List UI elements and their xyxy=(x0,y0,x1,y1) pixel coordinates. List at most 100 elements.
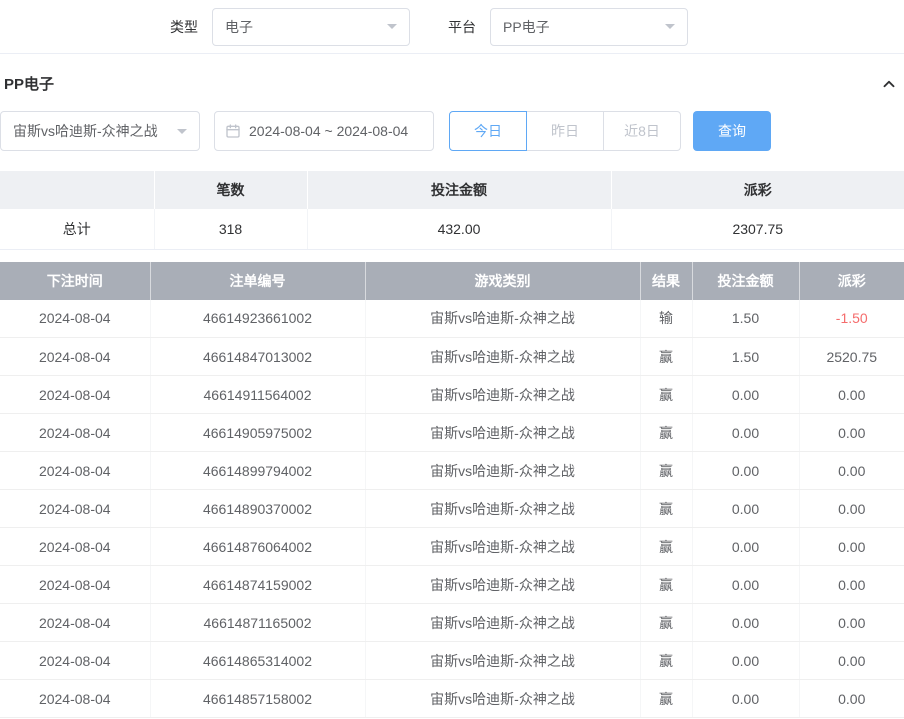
bets-column-header: 结果 xyxy=(640,262,692,300)
bet-game: 宙斯vs哈迪斯-众神之战 xyxy=(365,642,640,680)
bet-payout: 0.00 xyxy=(799,680,904,718)
last-8-days-button[interactable]: 近8日 xyxy=(603,111,681,151)
bet-amount: 0.00 xyxy=(692,490,799,528)
table-row: 2024-08-0446614890370002宙斯vs哈迪斯-众神之战赢0.0… xyxy=(0,490,904,528)
bet-game: 宙斯vs哈迪斯-众神之战 xyxy=(365,338,640,376)
bets-column-header: 下注时间 xyxy=(0,262,150,300)
bet-amount: 1.50 xyxy=(692,300,799,338)
date-range-input[interactable]: 2024-08-04 ~ 2024-08-04 xyxy=(214,111,434,151)
bet-game: 宙斯vs哈迪斯-众神之战 xyxy=(365,300,640,338)
platform-select[interactable]: PP电子 xyxy=(490,8,688,46)
bet-amount: 0.00 xyxy=(692,414,799,452)
table-row: 2024-08-0446614874159002宙斯vs哈迪斯-众神之战赢0.0… xyxy=(0,566,904,604)
bet-time: 2024-08-04 xyxy=(0,414,150,452)
bet-order-no: 46614911564002 xyxy=(150,376,365,414)
bet-result: 赢 xyxy=(640,680,692,718)
bet-game: 宙斯vs哈迪斯-众神之战 xyxy=(365,566,640,604)
bet-time: 2024-08-04 xyxy=(0,376,150,414)
bet-game: 宙斯vs哈迪斯-众神之战 xyxy=(365,414,640,452)
top-filter-bar: 类型 电子 平台 PP电子 xyxy=(0,0,904,54)
chevron-down-icon xyxy=(665,24,675,34)
bet-amount: 0.00 xyxy=(692,604,799,642)
platform-label: 平台 xyxy=(448,17,476,37)
bet-order-no: 46614857158002 xyxy=(150,680,365,718)
table-row: 2024-08-0446614865314002宙斯vs哈迪斯-众神之战赢0.0… xyxy=(0,642,904,680)
bet-amount: 0.00 xyxy=(692,680,799,718)
bet-amount: 0.00 xyxy=(692,528,799,566)
bet-payout: 0.00 xyxy=(799,528,904,566)
section-title: PP电子 xyxy=(4,73,54,94)
bet-payout: 0.00 xyxy=(799,490,904,528)
type-select[interactable]: 电子 xyxy=(212,8,410,46)
table-row: 2024-08-0446614857158002宙斯vs哈迪斯-众神之战赢0.0… xyxy=(0,680,904,718)
bet-amount: 0.00 xyxy=(692,452,799,490)
bets-table: 下注时间注单编号游戏类别结果投注金额派彩 2024-08-04466149236… xyxy=(0,262,904,719)
bets-column-header: 游戏类别 xyxy=(365,262,640,300)
table-row: 2024-08-0446614905975002宙斯vs哈迪斯-众神之战赢0.0… xyxy=(0,414,904,452)
summary-count-value: 318 xyxy=(154,209,307,249)
bets-header-row: 下注时间注单编号游戏类别结果投注金额派彩 xyxy=(0,262,904,300)
bet-order-no: 46614865314002 xyxy=(150,642,365,680)
table-row: 2024-08-0446614876064002宙斯vs哈迪斯-众神之战赢0.0… xyxy=(0,528,904,566)
summary-total-label: 总计 xyxy=(0,209,154,249)
game-select[interactable]: 宙斯vs哈迪斯-众神之战 xyxy=(0,111,200,151)
bet-amount: 1.50 xyxy=(692,338,799,376)
today-button[interactable]: 今日 xyxy=(449,111,527,151)
table-row: 2024-08-0446614911564002宙斯vs哈迪斯-众神之战赢0.0… xyxy=(0,376,904,414)
bet-payout: 0.00 xyxy=(799,376,904,414)
calendar-icon xyxy=(225,123,241,139)
table-row: 2024-08-0446614923661002宙斯vs哈迪斯-众神之战输1.5… xyxy=(0,300,904,338)
bet-time: 2024-08-04 xyxy=(0,680,150,718)
bet-amount: 0.00 xyxy=(692,642,799,680)
bet-order-no: 46614923661002 xyxy=(150,300,365,338)
bet-payout: 0.00 xyxy=(799,566,904,604)
bet-order-no: 46614905975002 xyxy=(150,414,365,452)
bet-payout: 0.00 xyxy=(799,604,904,642)
chevron-up-icon[interactable] xyxy=(880,75,898,93)
query-button[interactable]: 查询 xyxy=(693,111,771,151)
bet-result: 赢 xyxy=(640,604,692,642)
bet-payout: 0.00 xyxy=(799,642,904,680)
summary-payout-value: 2307.75 xyxy=(611,209,904,249)
table-row: 2024-08-0446614899794002宙斯vs哈迪斯-众神之战赢0.0… xyxy=(0,452,904,490)
bet-order-no: 46614876064002 xyxy=(150,528,365,566)
chevron-down-icon xyxy=(177,129,187,139)
chevron-down-icon xyxy=(387,24,397,34)
bets-column-header: 派彩 xyxy=(799,262,904,300)
bet-time: 2024-08-04 xyxy=(0,452,150,490)
bet-game: 宙斯vs哈迪斯-众神之战 xyxy=(365,376,640,414)
table-row: 2024-08-0446614847013002宙斯vs哈迪斯-众神之战赢1.5… xyxy=(0,338,904,376)
bet-payout: -1.50 xyxy=(799,300,904,338)
bet-game: 宙斯vs哈迪斯-众神之战 xyxy=(365,680,640,718)
bet-result: 赢 xyxy=(640,376,692,414)
bet-payout: 0.00 xyxy=(799,414,904,452)
bet-amount: 0.00 xyxy=(692,566,799,604)
bet-game: 宙斯vs哈迪斯-众神之战 xyxy=(365,528,640,566)
bet-order-no: 46614847013002 xyxy=(150,338,365,376)
quick-range-group: 今日 昨日 近8日 xyxy=(449,111,681,151)
bet-order-no: 46614871165002 xyxy=(150,604,365,642)
yesterday-button[interactable]: 昨日 xyxy=(526,111,604,151)
summary-bet-amount-value: 432.00 xyxy=(307,209,611,249)
type-select-value: 电子 xyxy=(225,17,253,37)
bet-game: 宙斯vs哈迪斯-众神之战 xyxy=(365,490,640,528)
bet-time: 2024-08-04 xyxy=(0,566,150,604)
bet-result: 赢 xyxy=(640,642,692,680)
query-toolbar: 宙斯vs哈迪斯-众神之战 2024-08-04 ~ 2024-08-04 今日 … xyxy=(0,111,904,171)
summary-col-empty xyxy=(0,171,154,209)
summary-col-count: 笔数 xyxy=(154,171,307,209)
bet-order-no: 46614899794002 xyxy=(150,452,365,490)
summary-col-payout: 派彩 xyxy=(611,171,904,209)
bets-column-header: 注单编号 xyxy=(150,262,365,300)
bet-game: 宙斯vs哈迪斯-众神之战 xyxy=(365,604,640,642)
bet-result: 赢 xyxy=(640,528,692,566)
summary-header-row: 笔数 投注金额 派彩 xyxy=(0,171,904,209)
bet-time: 2024-08-04 xyxy=(0,528,150,566)
bet-result: 赢 xyxy=(640,414,692,452)
bet-result: 赢 xyxy=(640,490,692,528)
bet-order-no: 46614890370002 xyxy=(150,490,365,528)
bet-result: 赢 xyxy=(640,566,692,604)
bet-amount: 0.00 xyxy=(692,376,799,414)
summary-total-row: 总计 318 432.00 2307.75 xyxy=(0,209,904,249)
date-range-value: 2024-08-04 ~ 2024-08-04 xyxy=(249,123,408,139)
